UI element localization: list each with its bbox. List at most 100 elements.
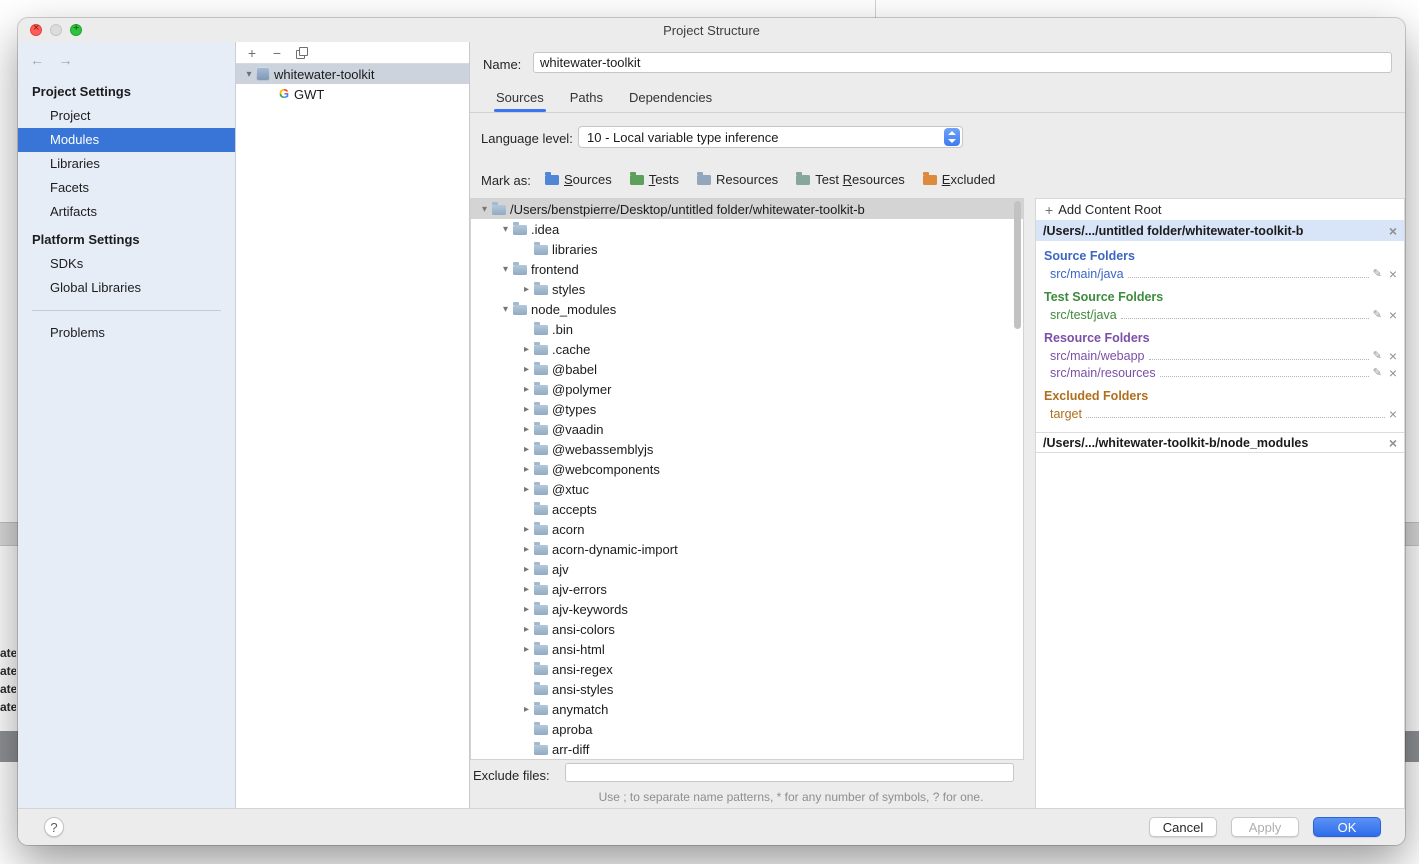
disclosure-closed-icon[interactable]: ▸ bbox=[519, 424, 534, 435]
tab-paths[interactable]: Paths bbox=[570, 90, 603, 112]
edit-icon[interactable]: ✎ bbox=[1373, 267, 1382, 280]
ok-button[interactable]: OK bbox=[1313, 817, 1381, 837]
mark-as-sources-button[interactable]: Sources bbox=[545, 171, 612, 187]
content-root-0[interactable]: /Users/.../untitled folder/whitewater-to… bbox=[1036, 220, 1404, 241]
tree-row-ansi-html[interactable]: ▸ ansi-html bbox=[471, 639, 1023, 659]
tree-row-types[interactable]: ▸ @types bbox=[471, 399, 1023, 419]
forward-arrow-icon[interactable] bbox=[58, 52, 82, 68]
disclosure-open-icon[interactable]: ▾ bbox=[477, 204, 492, 215]
cancel-button[interactable]: Cancel bbox=[1149, 817, 1217, 837]
module-name-input[interactable] bbox=[533, 52, 1392, 73]
remove-icon[interactable]: × bbox=[1389, 224, 1397, 238]
disclosure-closed-icon[interactable]: ▸ bbox=[519, 524, 534, 535]
tree-row-ajv-errors[interactable]: ▸ ajv-errors bbox=[471, 579, 1023, 599]
disclosure-closed-icon[interactable]: ▸ bbox=[519, 584, 534, 595]
tree-row-arr-diff[interactable]: arr-diff bbox=[471, 739, 1023, 759]
zoom-button[interactable] bbox=[70, 22, 82, 36]
folder-entry-src-main-resources[interactable]: src/main/resources ✎ × bbox=[1050, 364, 1397, 381]
titlebar[interactable]: Project Structure bbox=[18, 18, 1405, 42]
disclosure-closed-icon[interactable]: ▸ bbox=[519, 284, 534, 295]
close-button[interactable] bbox=[30, 22, 42, 36]
tree-row-users-benstpierre-desktop-untitled-folder-whitewater-toolkit-b[interactable]: ▾ /Users/benstpierre/Desktop/untitled fol… bbox=[471, 199, 1023, 219]
remove-icon[interactable]: × bbox=[1389, 267, 1397, 281]
remove-icon[interactable]: × bbox=[1389, 308, 1397, 322]
tree-row-libraries[interactable]: libraries bbox=[471, 239, 1023, 259]
mark-as-test-resources-button[interactable]: Test Resources bbox=[796, 171, 905, 187]
add-module-icon[interactable]: + bbox=[246, 46, 258, 60]
sidebar-item-modules[interactable]: Modules bbox=[18, 128, 235, 152]
remove-icon[interactable]: × bbox=[1389, 366, 1397, 380]
tab-sources[interactable]: Sources bbox=[494, 90, 546, 112]
tree-row-ajv-keywords[interactable]: ▸ ajv-keywords bbox=[471, 599, 1023, 619]
disclosure-closed-icon[interactable]: ▸ bbox=[519, 404, 534, 415]
disclosure-closed-icon[interactable]: ▸ bbox=[519, 604, 534, 615]
disclosure-closed-icon[interactable]: ▸ bbox=[519, 344, 534, 355]
copy-module-icon[interactable] bbox=[296, 47, 308, 59]
disclosure-closed-icon[interactable]: ▸ bbox=[519, 644, 534, 655]
disclosure-closed-icon[interactable]: ▸ bbox=[519, 704, 534, 715]
disclosure-closed-icon[interactable]: ▸ bbox=[519, 444, 534, 455]
disclosure-open-icon[interactable]: ▾ bbox=[498, 264, 513, 275]
sidebar-item-project[interactable]: Project bbox=[18, 104, 235, 128]
disclosure-closed-icon[interactable]: ▸ bbox=[519, 364, 534, 375]
scrollbar-thumb[interactable] bbox=[1014, 201, 1021, 329]
folder-entry-src-main-java[interactable]: src/main/java ✎ × bbox=[1050, 265, 1397, 282]
disclosure-closed-icon[interactable]: ▸ bbox=[519, 464, 534, 475]
add-content-root-button[interactable]: Add Content Root bbox=[1036, 199, 1404, 220]
sidebar-item-artifacts[interactable]: Artifacts bbox=[18, 200, 235, 224]
tree-row-polymer[interactable]: ▸ @polymer bbox=[471, 379, 1023, 399]
edit-icon[interactable]: ✎ bbox=[1373, 349, 1382, 362]
tab-dependencies[interactable]: Dependencies bbox=[629, 90, 712, 112]
folder-entry-src-main-webapp[interactable]: src/main/webapp ✎ × bbox=[1050, 347, 1397, 364]
mark-as-resources-button[interactable]: Resources bbox=[697, 171, 778, 187]
sidebar-item-global-libraries[interactable]: Global Libraries bbox=[18, 276, 235, 300]
mark-as-tests-button[interactable]: Tests bbox=[629, 171, 679, 187]
tree-row-acorn[interactable]: ▸ acorn bbox=[471, 519, 1023, 539]
tree-row-frontend[interactable]: ▾ frontend bbox=[471, 259, 1023, 279]
disclosure-open-icon[interactable]: ▾ bbox=[498, 224, 513, 235]
sidebar-item-sdks[interactable]: SDKs bbox=[18, 252, 235, 276]
folder-entry-src-test-java[interactable]: src/test/java ✎ × bbox=[1050, 306, 1397, 323]
remove-module-icon[interactable]: − bbox=[271, 46, 283, 60]
tree-row-ajv[interactable]: ▸ ajv bbox=[471, 559, 1023, 579]
module-row-whitewater-toolkit[interactable]: ▾ whitewater-toolkit bbox=[236, 64, 469, 84]
disclosure-closed-icon[interactable]: ▸ bbox=[519, 624, 534, 635]
edit-icon[interactable]: ✎ bbox=[1373, 308, 1382, 321]
tree-row-cache[interactable]: ▸ .cache bbox=[471, 339, 1023, 359]
remove-icon[interactable]: × bbox=[1389, 436, 1397, 450]
content-root-1[interactable]: /Users/.../whitewater-toolkit-b/node_mod… bbox=[1036, 432, 1404, 453]
tree-row-ansi-styles[interactable]: ansi-styles bbox=[471, 679, 1023, 699]
tree-row-webcomponents[interactable]: ▸ @webcomponents bbox=[471, 459, 1023, 479]
back-arrow-icon[interactable] bbox=[30, 52, 54, 68]
tree-row-idea[interactable]: ▾ .idea bbox=[471, 219, 1023, 239]
tree-row-anymatch[interactable]: ▸ anymatch bbox=[471, 699, 1023, 719]
sidebar-item-facets[interactable]: Facets bbox=[18, 176, 235, 200]
tree-row-aproba[interactable]: aproba bbox=[471, 719, 1023, 739]
sidebar-item-libraries[interactable]: Libraries bbox=[18, 152, 235, 176]
edit-icon[interactable]: ✎ bbox=[1373, 366, 1382, 379]
minimize-button[interactable] bbox=[50, 24, 62, 36]
tree-row-webassemblyjs[interactable]: ▸ @webassemblyjs bbox=[471, 439, 1023, 459]
tree-row-bin[interactable]: .bin bbox=[471, 319, 1023, 339]
disclosure-closed-icon[interactable]: ▸ bbox=[519, 484, 534, 495]
disclosure-open-icon[interactable]: ▾ bbox=[498, 304, 513, 315]
tree-row-styles[interactable]: ▸ styles bbox=[471, 279, 1023, 299]
tree-row-vaadin[interactable]: ▸ @vaadin bbox=[471, 419, 1023, 439]
remove-icon[interactable]: × bbox=[1389, 407, 1397, 421]
mark-as-excluded-button[interactable]: Excluded bbox=[922, 171, 995, 187]
help-button[interactable]: ? bbox=[44, 817, 64, 837]
disclosure-closed-icon[interactable]: ▸ bbox=[519, 564, 534, 575]
language-level-select[interactable]: 10 - Local variable type inference bbox=[578, 126, 963, 148]
exclude-files-input[interactable] bbox=[565, 763, 1014, 782]
disclosure-closed-icon[interactable]: ▸ bbox=[519, 544, 534, 555]
tree-row-acorn-dynamic-import[interactable]: ▸ acorn-dynamic-import bbox=[471, 539, 1023, 559]
tree-row-xtuc[interactable]: ▸ @xtuc bbox=[471, 479, 1023, 499]
tree-row-ansi-regex[interactable]: ansi-regex bbox=[471, 659, 1023, 679]
facet-row-gwt[interactable]: GWT bbox=[236, 84, 469, 104]
tree-row-node-modules[interactable]: ▾ node_modules bbox=[471, 299, 1023, 319]
disclosure-open-icon[interactable]: ▾ bbox=[242, 69, 256, 80]
folder-entry-target[interactable]: target × bbox=[1050, 405, 1397, 422]
tree-row-babel[interactable]: ▸ @babel bbox=[471, 359, 1023, 379]
sidebar-item-problems[interactable]: Problems bbox=[18, 321, 235, 345]
remove-icon[interactable]: × bbox=[1389, 349, 1397, 363]
